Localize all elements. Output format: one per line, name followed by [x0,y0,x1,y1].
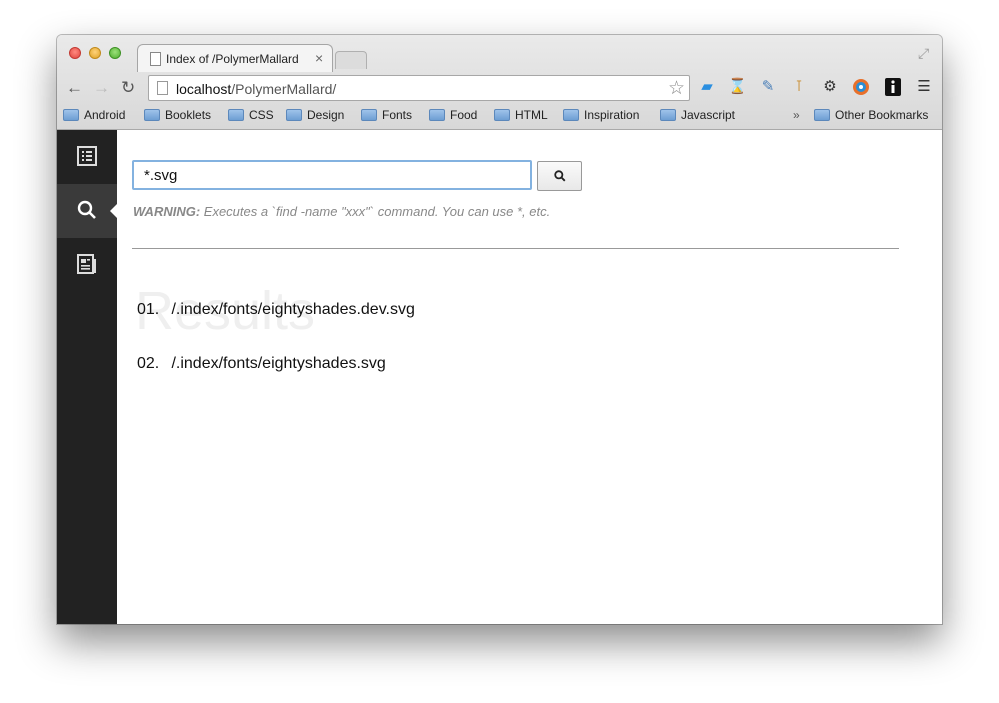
toolbar: ← → ↻ localhost/PolymerMallard/ ☆ ▰ ⌛ ✎ … [57,73,942,103]
folder-icon [660,109,676,121]
bookmark-booklets[interactable]: Booklets [144,108,211,122]
folder-icon [494,109,510,121]
maximize-window-button[interactable] [109,47,121,59]
bookmark-other[interactable]: Other Bookmarks [814,108,928,122]
bookmark-label: Inspiration [584,108,640,122]
url-path: /PolymerMallard/ [231,81,337,97]
bookmarks-overflow-button[interactable]: » [793,108,800,122]
url-text[interactable]: localhost/PolymerMallard/ [176,81,336,97]
bookmark-label: Booklets [165,108,212,122]
result-number: 01. [137,301,160,318]
close-window-button[interactable] [69,47,81,59]
sidebar-item-search[interactable] [57,184,117,238]
pin-icon[interactable]: ⊺ [790,78,808,96]
folder-icon [563,109,579,121]
bookmark-label: Food [450,108,478,122]
bookmark-android[interactable]: Android [63,108,125,122]
warning-label: WARNING: [133,204,201,219]
sidebar-item-document[interactable] [57,238,117,292]
folder-icon [228,109,244,121]
address-bar[interactable]: localhost/PolymerMallard/ ☆ [148,75,690,101]
bookmark-label: Android [84,108,126,122]
folder-icon [429,109,445,121]
bookmark-label: Javascript [681,108,736,122]
target-icon[interactable] [852,78,870,96]
divider [132,248,899,249]
search-input[interactable] [132,160,532,190]
bookmark-fonts[interactable]: Fonts [361,108,412,122]
warning-text: WARNING: Executes a `find -name "xxx"` c… [133,204,550,219]
folder-icon [144,109,160,121]
folder-icon [63,109,79,121]
fullscreen-icon[interactable]: ⤢ [918,45,929,62]
eyedropper-icon[interactable]: ✎ [759,78,777,96]
search-button[interactable] [537,161,582,191]
bookmark-design[interactable]: Design [286,108,344,122]
tab-close-icon[interactable]: × [315,50,323,66]
info-icon[interactable] [884,78,902,96]
result-number: 02. [137,355,160,372]
gear-icon[interactable]: ⚙ [821,78,839,96]
browser-window: Index of /PolymerMallard × ⤢ ← → ↻ local… [57,35,942,624]
folder-icon [361,109,377,121]
result-item[interactable]: 02. /.index/fonts/eightyshades.svg [137,355,386,373]
ext-blue-icon[interactable]: ▰ [698,78,716,96]
list-icon [77,146,97,166]
active-indicator [110,204,117,218]
browser-chrome: Index of /PolymerMallard × ⤢ ← → ↻ local… [57,35,942,130]
bookmark-javascript[interactable]: Javascript [660,108,735,122]
bookmarks-bar: Android Booklets CSS Design Fonts Food H… [57,105,942,129]
bookmark-label: Other Bookmarks [835,108,929,122]
bookmark-inspiration[interactable]: Inspiration [563,108,639,122]
tab-title: Index of /PolymerMallard [166,52,299,66]
search-icon [554,170,566,182]
bookmark-html[interactable]: HTML [494,108,548,122]
page-icon [157,81,168,95]
bookmark-label: Design [307,108,345,122]
bookmark-css[interactable]: CSS [228,108,274,122]
bookmark-food[interactable]: Food [429,108,477,122]
folder-icon [286,109,302,121]
bookmark-label: Fonts [382,108,413,122]
bookmark-star-icon[interactable]: ☆ [668,77,685,100]
sidebar-item-list[interactable] [57,130,117,184]
document-icon [77,254,96,274]
bookmark-label: HTML [515,108,548,122]
tab-active[interactable]: Index of /PolymerMallard × [137,44,333,72]
result-item[interactable]: 01. /.index/fonts/eightyshades.dev.svg [137,301,415,319]
back-button[interactable]: ← [66,78,83,98]
result-path[interactable]: /.index/fonts/eightyshades.svg [171,355,385,372]
reload-button[interactable]: ↻ [121,78,135,98]
warning-message: Executes a `find -name "xxx"` command. Y… [200,204,551,219]
sidebar [57,130,117,624]
hourglass-icon[interactable]: ⌛ [728,78,747,96]
new-tab-button[interactable] [335,51,367,69]
minimize-window-button[interactable] [89,47,101,59]
menu-icon[interactable]: ☰ [915,78,933,96]
bookmark-label: CSS [249,108,274,122]
folder-icon [814,109,830,121]
search-icon [77,200,96,219]
document-icon [150,52,161,66]
forward-button[interactable]: → [93,78,110,98]
main-content: WARNING: Executes a `find -name "xxx"` c… [117,130,942,624]
url-host: localhost [176,81,232,97]
result-path[interactable]: /.index/fonts/eightyshades.dev.svg [171,301,414,318]
